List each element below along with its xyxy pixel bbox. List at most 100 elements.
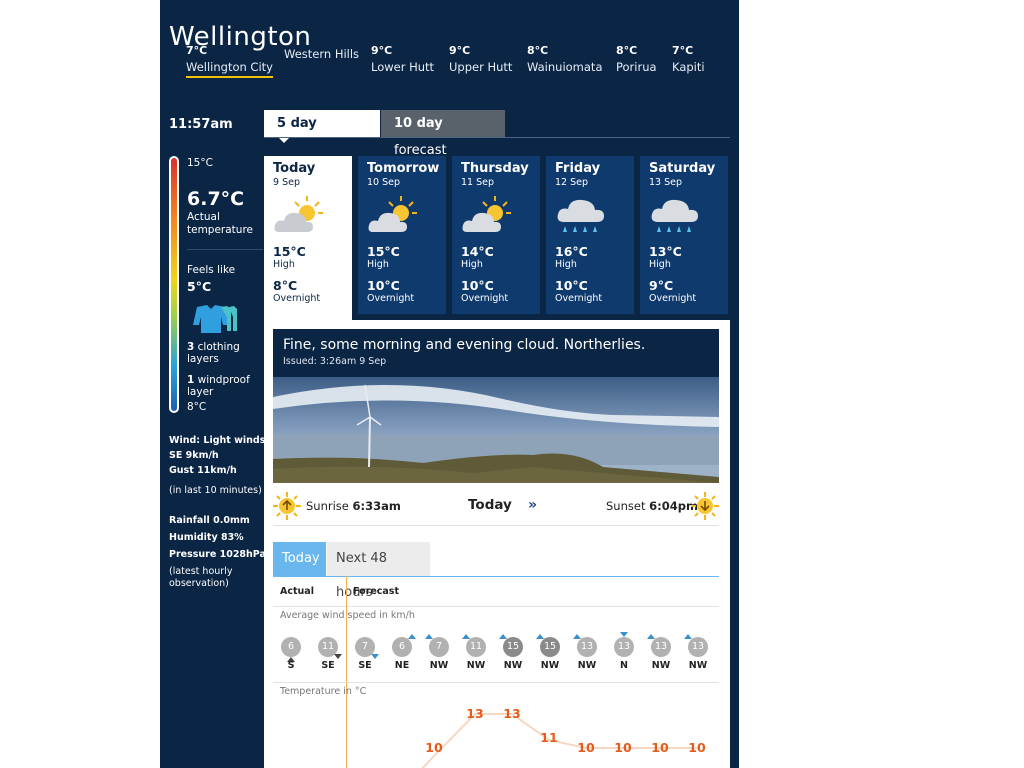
observation-note-2: observation) bbox=[169, 578, 229, 589]
day-date: 12 Sep bbox=[555, 177, 589, 188]
location-porirua[interactable]: 8°C Porirua bbox=[616, 44, 657, 74]
rain-cloud-icon bbox=[651, 199, 698, 232]
wind-speed-badge: 13 bbox=[651, 637, 671, 657]
day-card-thursday[interactable]: Thursday 11 Sep 14°C High 10°C Overnight bbox=[452, 156, 540, 314]
landscape-photo bbox=[273, 377, 719, 483]
sunset-icon bbox=[691, 492, 719, 520]
sunrise-label: Sunrise bbox=[306, 499, 349, 513]
location-upper-hutt[interactable]: 9°C Upper Hutt bbox=[449, 44, 512, 74]
location-wainuiomata[interactable]: 8°C Wainuiomata bbox=[527, 44, 603, 74]
wind-speed-badge: 6 bbox=[392, 637, 412, 657]
location-temp: 8°C bbox=[616, 44, 638, 57]
wind-speed-badge: 13 bbox=[614, 637, 634, 657]
wind-arrow-icon bbox=[620, 632, 628, 637]
wind-speed-badge: 6 bbox=[281, 637, 301, 657]
wind-hour: 6 S bbox=[273, 632, 309, 678]
thermometer-scale bbox=[169, 156, 179, 413]
wind-dir-text: SE 9km/h bbox=[169, 450, 219, 461]
issued-time: Issued: 3:26am 9 Sep bbox=[283, 356, 387, 367]
location-name: Lower Hutt bbox=[371, 60, 435, 74]
wind-hour: 13 NW bbox=[569, 632, 605, 678]
tab-5-day-forecast[interactable]: 5 day forecast bbox=[264, 110, 380, 158]
day-low-label: Overnight bbox=[555, 293, 603, 304]
divider bbox=[273, 525, 719, 526]
location-name: Wellington City bbox=[186, 60, 273, 78]
wind-hour: 11 NW bbox=[458, 632, 494, 678]
temp-value: 10 bbox=[614, 740, 632, 755]
temp-value: 10 bbox=[577, 740, 595, 755]
temp-value: 11 bbox=[540, 730, 558, 745]
wind-direction: S bbox=[287, 660, 295, 671]
divider bbox=[187, 249, 263, 250]
double-chevron-right-icon[interactable]: » bbox=[528, 497, 537, 513]
wind-chart-title: Average wind speed in km/h bbox=[280, 610, 415, 621]
wind-hour: 13 NW bbox=[680, 632, 716, 678]
day-low: 9°C bbox=[649, 278, 674, 293]
pressure-text: Pressure 1028hPa bbox=[169, 549, 266, 560]
location-lower-hutt[interactable]: 9°C Lower Hutt bbox=[371, 44, 434, 74]
windproof-layers-2: layer bbox=[187, 386, 214, 398]
wind-direction: N bbox=[620, 660, 628, 671]
partly-cloudy-icon bbox=[368, 196, 417, 232]
partly-cloudy-icon bbox=[274, 196, 323, 232]
today-link[interactable]: Today bbox=[468, 497, 512, 513]
day-low-label: Overnight bbox=[649, 293, 697, 304]
day-card-friday[interactable]: Friday 12 Sep 16°C High 10°C Overnight bbox=[546, 156, 634, 314]
pressure: Pressure 1028hPa bbox=[169, 547, 266, 562]
divider bbox=[273, 682, 719, 683]
tab-10-day-forecast[interactable]: 10 day forecast bbox=[381, 110, 505, 158]
day-low: 10°C bbox=[367, 278, 400, 293]
actual-temperature: 6.7°C bbox=[187, 188, 245, 210]
temp-value: 13 bbox=[503, 706, 521, 721]
location-kapiti[interactable]: 7°C Kapiti bbox=[672, 44, 705, 74]
tab-next-48-hours[interactable]: Next 48 hours bbox=[327, 542, 430, 600]
wind-direction: NW bbox=[466, 660, 486, 671]
partly-cloudy-icon bbox=[462, 196, 511, 232]
location-list: 7°C Wellington City Western Hills 9°C Lo… bbox=[160, 44, 739, 80]
wind-direction: SE bbox=[358, 660, 372, 671]
day-low: 10°C bbox=[555, 278, 588, 293]
feels-like-value: 5°C bbox=[187, 279, 212, 294]
day-high-label: High bbox=[555, 259, 577, 270]
wind-direction: NE bbox=[394, 660, 410, 671]
day-card-today[interactable]: Today 9 Sep 15°C High 8°C Overnight bbox=[264, 156, 352, 324]
tab-divider bbox=[264, 137, 730, 138]
sunset: Sunset 6:04pm bbox=[606, 499, 698, 513]
wind-hour: 7 NW bbox=[421, 632, 457, 678]
scale-high: 15°C bbox=[187, 157, 213, 169]
day-date: 11 Sep bbox=[461, 177, 495, 188]
wind-hour: 11 SE bbox=[310, 632, 346, 678]
location-name: Porirua bbox=[616, 60, 657, 74]
forecast-header: Forecast bbox=[353, 586, 399, 597]
day-date: 9 Sep bbox=[273, 177, 300, 188]
tab-today[interactable]: Today bbox=[273, 542, 326, 576]
day-name: Tomorrow bbox=[367, 161, 440, 176]
location-temp: 7°C bbox=[672, 44, 694, 57]
day-card-saturday[interactable]: Saturday 13 Sep 13°C High 9°C Overnight bbox=[640, 156, 728, 314]
tab-bold: 10 day bbox=[394, 116, 443, 131]
day-high: 13°C bbox=[649, 244, 682, 259]
day-low-label: Overnight bbox=[367, 293, 415, 304]
wind-speed-badge: 13 bbox=[577, 637, 597, 657]
wind-hour: 13 N bbox=[606, 632, 642, 678]
location-temp: 8°C bbox=[527, 44, 549, 57]
location-western-hills[interactable]: Western Hills bbox=[284, 44, 359, 61]
day-high-label: High bbox=[649, 259, 671, 270]
wind-speed-badge: 15 bbox=[540, 637, 560, 657]
location-wellington-city[interactable]: 7°C Wellington City bbox=[186, 44, 273, 78]
day-name: Today bbox=[273, 161, 316, 176]
wind-arrow-icon bbox=[334, 654, 342, 659]
sunrise: Sunrise 6:33am bbox=[306, 499, 401, 513]
forecast-detail-panel: Fine, some morning and evening cloud. No… bbox=[264, 320, 730, 768]
wind-arrow-icon bbox=[647, 634, 655, 639]
wind-note: (in last 10 minutes) bbox=[169, 485, 262, 496]
clothing-text: clothing bbox=[194, 341, 240, 353]
temp-value: 13 bbox=[466, 706, 484, 721]
wind-speed-badge: 15 bbox=[503, 637, 523, 657]
sunrise-time: 6:33am bbox=[352, 499, 401, 513]
wind-hour: 15 NW bbox=[532, 632, 568, 678]
wind-arrow-icon bbox=[684, 634, 692, 639]
current-time: 11:57am bbox=[169, 117, 233, 132]
actual-header: Actual bbox=[280, 586, 314, 597]
day-card-tomorrow[interactable]: Tomorrow 10 Sep 15°C High 10°C Overnight bbox=[358, 156, 446, 314]
